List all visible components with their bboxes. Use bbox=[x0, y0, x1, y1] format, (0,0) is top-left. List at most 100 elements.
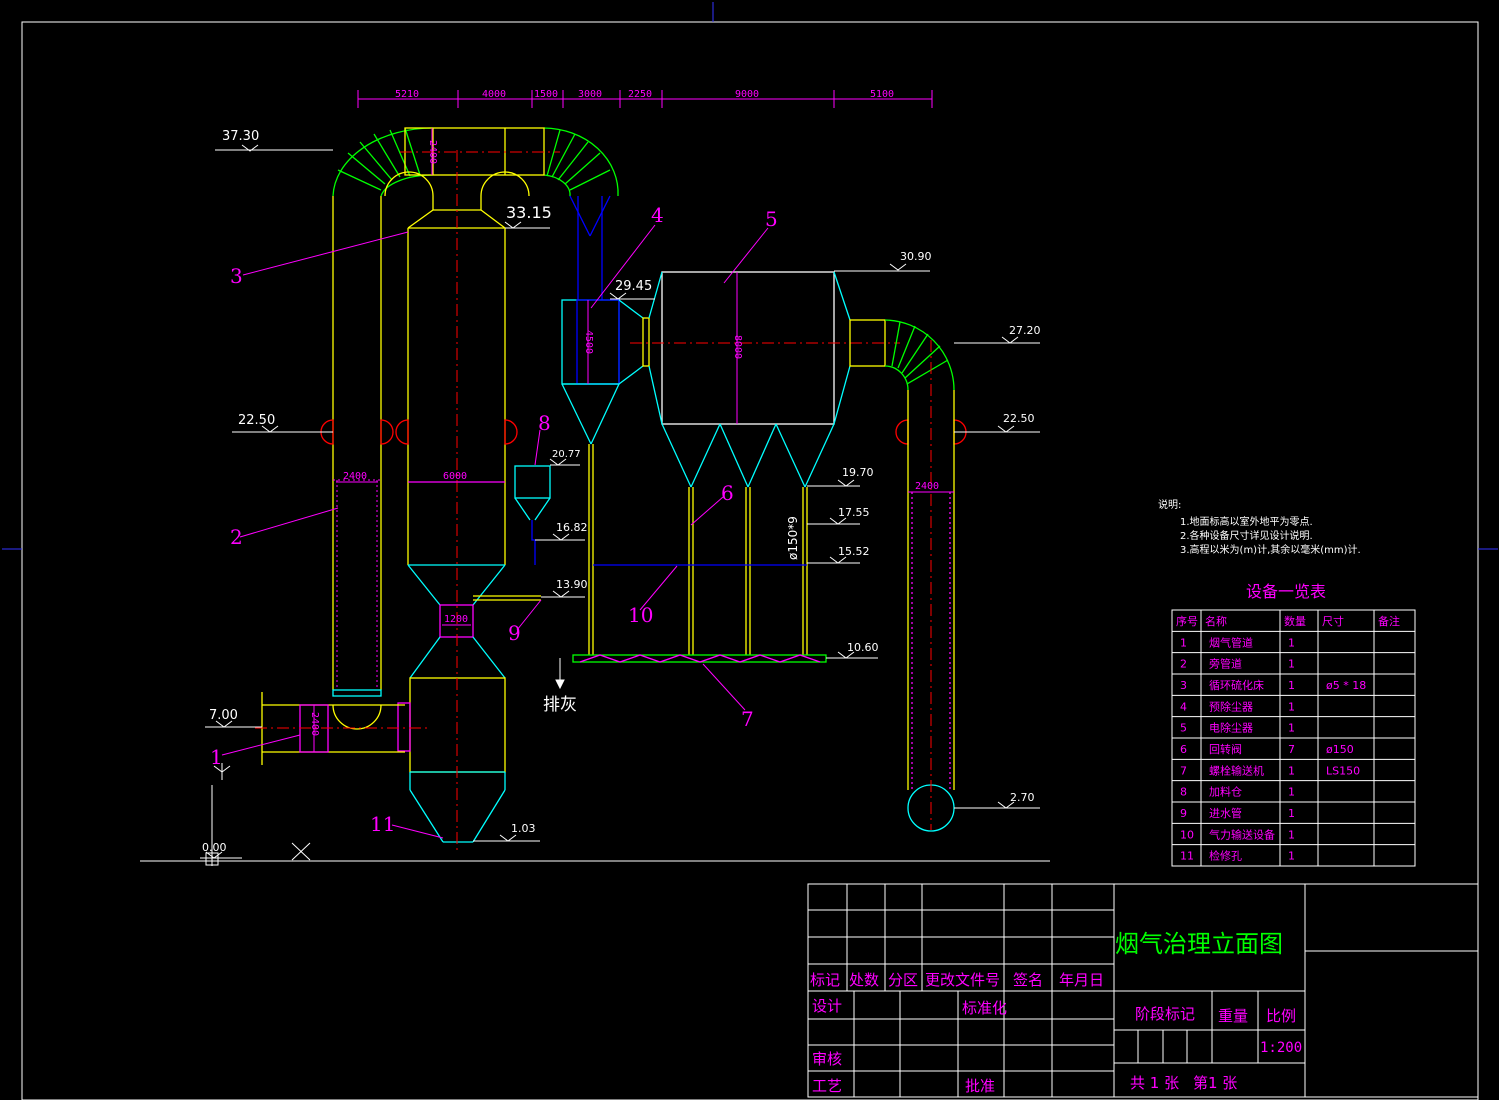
right-bend-duct bbox=[543, 127, 619, 197]
table-cell: 1 bbox=[1288, 636, 1295, 649]
elev-16-82: 16.82 bbox=[556, 521, 588, 534]
dim-9000: 9000 bbox=[735, 89, 759, 100]
elev-15-52: 15.52 bbox=[838, 545, 870, 558]
item-label-1: 1 bbox=[210, 745, 223, 769]
tb-weight: 重量 bbox=[1218, 1007, 1248, 1025]
dim-6000: 6000 bbox=[443, 471, 467, 482]
tb-mark: 标记 bbox=[810, 971, 840, 989]
dim-1200: 1200 bbox=[444, 614, 468, 625]
elev-33-15: 33.15 bbox=[506, 203, 552, 222]
table-cell: 检修孔 bbox=[1209, 849, 1242, 863]
notes-line-3: 3.高程以米为(m)计,其余以毫米(mm)计. bbox=[1180, 543, 1361, 556]
tb-scale-label: 比例 bbox=[1266, 1007, 1296, 1025]
tb-approve: 批准 bbox=[965, 1077, 995, 1095]
item-label-9: 9 bbox=[508, 621, 521, 645]
table-cell: 7 bbox=[1180, 764, 1187, 777]
elev-22-50-left: 22.50 bbox=[238, 413, 275, 428]
ash-pipes bbox=[588, 444, 808, 655]
table-cell: 回转阀 bbox=[1209, 742, 1242, 756]
drawing-title: 烟气治理立面图 bbox=[1115, 930, 1283, 958]
tb-date: 年月日 bbox=[1059, 971, 1104, 989]
table-cell: 5 bbox=[1180, 722, 1187, 735]
item-label-7: 7 bbox=[741, 707, 754, 731]
pre-duster-hopper bbox=[561, 383, 620, 445]
item-label-8: 8 bbox=[538, 411, 551, 435]
table-cell: 螺栓输送机 bbox=[1209, 763, 1264, 777]
elev-0-00: 0.00 bbox=[202, 841, 227, 854]
elev-17-55: 17.55 bbox=[838, 506, 870, 519]
elev-30-90: 30.90 bbox=[900, 250, 932, 263]
tb-change-doc: 更改文件号 bbox=[925, 971, 1000, 989]
equipment-table-title: 设备一览表 bbox=[1246, 582, 1326, 601]
elev-7-00: 7.00 bbox=[209, 708, 238, 723]
item-label-5: 5 bbox=[765, 207, 778, 231]
dim-3000: 3000 bbox=[578, 89, 602, 100]
item-leaders bbox=[221, 224, 769, 839]
bypass-duct-pink bbox=[333, 479, 381, 690]
table-header-cell: 备注 bbox=[1378, 614, 1400, 628]
bed-inlet-box bbox=[397, 677, 506, 773]
tb-design: 设计 bbox=[812, 997, 842, 1015]
table-cell: 9 bbox=[1180, 807, 1187, 820]
elev-20-77: 20.77 bbox=[552, 449, 581, 460]
elev-13-90: 13.90 bbox=[556, 578, 588, 591]
notes-line-1: 1.地面标高以室外地平为零点. bbox=[1180, 515, 1313, 528]
table-cell: 加料仓 bbox=[1209, 785, 1242, 799]
cad-drawing: 5210 4000 1500 3000 2250 9000 5100 2400 … bbox=[2, 2, 1498, 1100]
table-cell: 2 bbox=[1180, 658, 1187, 671]
elev-22-50-right: 22.50 bbox=[1003, 412, 1035, 425]
elev-2-70: 2.70 bbox=[1010, 791, 1035, 804]
table-header-cell: 尺寸 bbox=[1322, 614, 1344, 628]
dim-8000: 8000 bbox=[732, 335, 743, 359]
table-cell: 气力输送设备 bbox=[1209, 827, 1275, 841]
tb-standardize: 标准化 bbox=[962, 999, 1007, 1017]
table-header-cell: 序号 bbox=[1176, 614, 1198, 628]
item-label-4: 4 bbox=[651, 203, 664, 227]
dim-4500: 4500 bbox=[583, 330, 594, 354]
dim-4000: 4000 bbox=[482, 89, 506, 100]
table-cell: 10 bbox=[1180, 828, 1194, 841]
dim-2400-right: 2400 bbox=[915, 481, 939, 492]
ash-discharge-arrow bbox=[555, 658, 565, 690]
table-cell: 11 bbox=[1180, 850, 1194, 863]
outlet-bend bbox=[884, 319, 955, 391]
table-cell: LS150 bbox=[1326, 764, 1360, 777]
left-bend-duct bbox=[332, 127, 434, 197]
item-label-10: 10 bbox=[628, 603, 653, 627]
table-cell: 烟气管道 bbox=[1209, 635, 1253, 649]
tb-process: 工艺 bbox=[812, 1077, 842, 1095]
tb-signature: 签名 bbox=[1013, 971, 1043, 989]
tb-scale-value: 1:200 bbox=[1260, 1040, 1302, 1056]
table-cell: 1 bbox=[1288, 850, 1295, 863]
screw-conveyor bbox=[572, 654, 827, 663]
table-cell: ø5 * 18 bbox=[1326, 679, 1366, 692]
table-header-cell: 数量 bbox=[1284, 615, 1306, 628]
table-cell: ø150 bbox=[1326, 743, 1354, 756]
equipment-table-rows: 序号 名称 数量 尺寸 备注 1 烟气管道 1 2 旁管道 1 3 循环硫化床 1 ø5 * 18 4 预除尘器… bbox=[1172, 614, 1415, 863]
notes-line-2: 2.各种设备尺寸详见设计说明. bbox=[1180, 529, 1313, 542]
item-label-3: 3 bbox=[230, 264, 243, 288]
dim-5210: 5210 bbox=[395, 89, 419, 100]
table-cell: 1 bbox=[1288, 828, 1295, 841]
table-cell: 旁管道 bbox=[1209, 657, 1242, 671]
table-cell: 6 bbox=[1180, 743, 1187, 756]
table-cell: 7 bbox=[1288, 743, 1295, 756]
dim-2400-top: 2400 bbox=[427, 140, 438, 164]
electrostatic-precipitator bbox=[648, 271, 851, 488]
tb-sheet-no: 第1 张 bbox=[1193, 1074, 1237, 1092]
dim-2250: 2250 bbox=[628, 89, 652, 100]
table-cell: 循环硫化床 bbox=[1209, 678, 1264, 692]
elev-10-60: 10.60 bbox=[847, 641, 879, 654]
table-cell: 1 bbox=[1288, 807, 1295, 820]
table-cell: 1 bbox=[1288, 786, 1295, 799]
feed-hopper bbox=[514, 465, 551, 565]
tb-zone: 分区 bbox=[888, 971, 918, 989]
item-label-2: 2 bbox=[230, 525, 243, 549]
table-cell: 1 bbox=[1288, 679, 1295, 692]
pipe-spec-label: ø150*9 bbox=[786, 516, 800, 560]
table-cell: 1 bbox=[1288, 700, 1295, 713]
table-cell: 1 bbox=[1288, 658, 1295, 671]
bypass-duct bbox=[332, 196, 382, 690]
table-cell: 1 bbox=[1180, 636, 1187, 649]
table-cell: 进水管 bbox=[1209, 806, 1242, 820]
